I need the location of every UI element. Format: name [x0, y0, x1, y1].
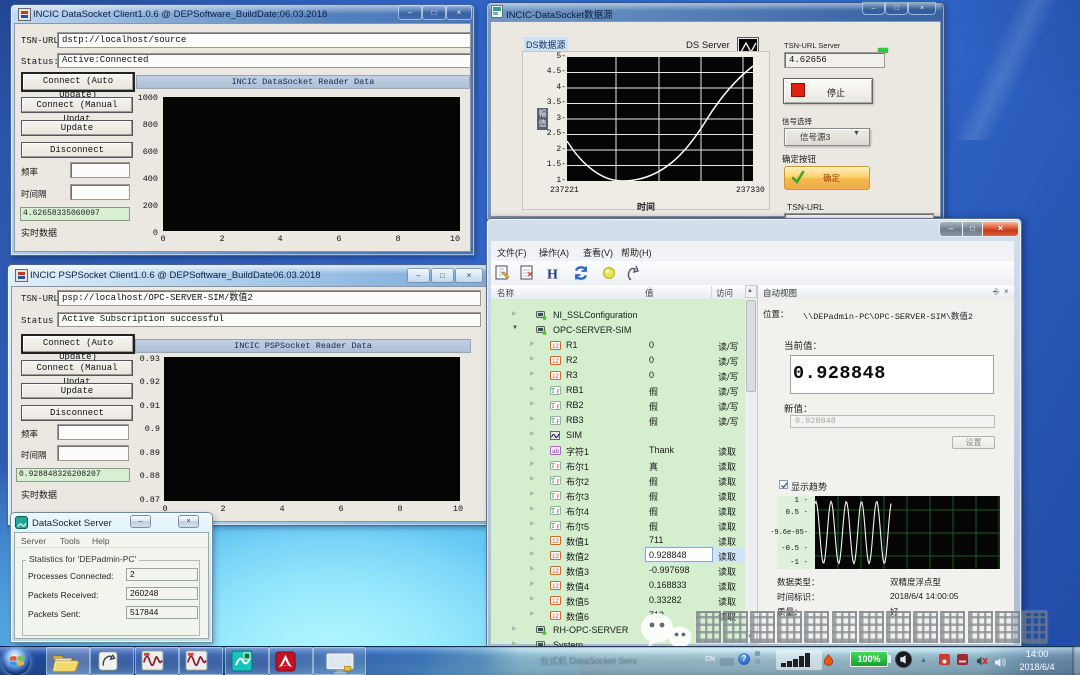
svg-text:12: 12: [552, 599, 559, 605]
svg-text:12: 12: [552, 569, 559, 575]
svg-text:12: 12: [552, 554, 559, 560]
svg-text:12: 12: [552, 359, 559, 365]
svg-text:12: 12: [552, 614, 559, 620]
svg-text:12: 12: [552, 584, 559, 590]
svg-text:T: T: [551, 492, 556, 500]
svg-text:12: 12: [552, 374, 559, 380]
svg-text:T: T: [551, 462, 556, 470]
svg-text:12: 12: [552, 539, 559, 545]
svg-text:T: T: [551, 417, 556, 425]
svg-text:12: 12: [552, 344, 559, 350]
svg-text:T: T: [551, 477, 556, 485]
svg-text:T: T: [551, 522, 556, 530]
svg-text:H: H: [547, 268, 558, 283]
svg-text:T: T: [551, 507, 556, 515]
svg-text:T: T: [551, 387, 556, 395]
svg-text:T: T: [551, 402, 556, 410]
svg-text:ab: ab: [552, 449, 559, 455]
